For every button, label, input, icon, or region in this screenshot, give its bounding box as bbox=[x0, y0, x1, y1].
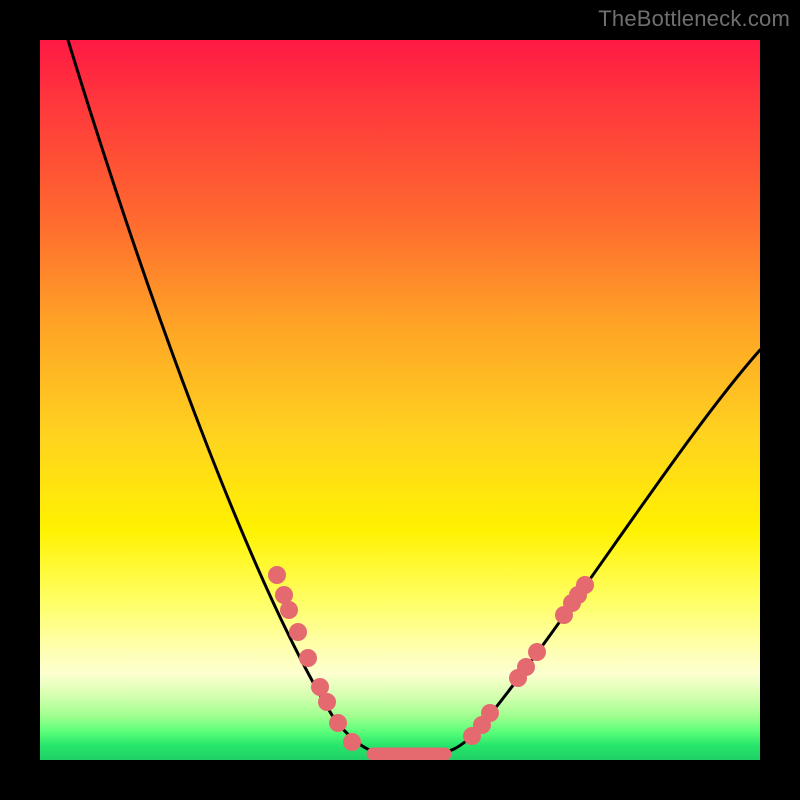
bottleneck-curve bbox=[68, 40, 760, 754]
chart-frame: TheBottleneck.com bbox=[0, 0, 800, 800]
markers-right bbox=[463, 576, 594, 745]
data-marker bbox=[528, 643, 546, 661]
markers-left bbox=[268, 566, 361, 751]
data-marker bbox=[299, 649, 317, 667]
plot-area bbox=[40, 40, 760, 760]
data-marker bbox=[329, 714, 347, 732]
data-marker bbox=[268, 566, 286, 584]
watermark-text: TheBottleneck.com bbox=[598, 6, 790, 32]
data-marker bbox=[289, 623, 307, 641]
data-marker bbox=[318, 693, 336, 711]
data-marker bbox=[343, 733, 361, 751]
data-marker bbox=[576, 576, 594, 594]
data-marker bbox=[481, 704, 499, 722]
data-marker bbox=[280, 601, 298, 619]
data-marker bbox=[517, 658, 535, 676]
curve-svg bbox=[40, 40, 760, 760]
